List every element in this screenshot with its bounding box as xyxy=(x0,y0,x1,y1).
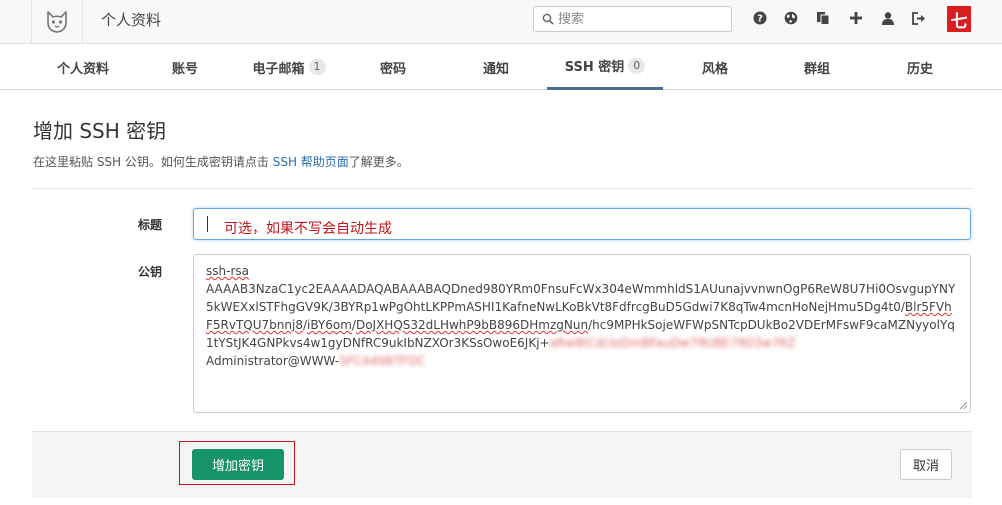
gogs-logo-icon[interactable] xyxy=(31,0,83,43)
email-count-badge: 1 xyxy=(308,59,326,75)
key-segment: iBY6om xyxy=(307,318,352,332)
title-input[interactable]: 可选，如果不写会自动生成 xyxy=(193,208,971,240)
tab-label: SSH 密钥 xyxy=(564,60,625,75)
globe-icon[interactable] xyxy=(783,10,799,26)
help-text-before: 在这里粘贴 SSH 公钥。如何生成密钥请点击 xyxy=(33,155,273,169)
plus-icon[interactable] xyxy=(848,10,864,26)
help-text: 在这里粘贴 SSH 公钥。如何生成密钥请点击 SSH 帮助页面了解更多。 xyxy=(33,153,409,170)
resize-handle-icon[interactable] xyxy=(959,401,968,410)
tab-profile[interactable]: 个人资料 xyxy=(33,44,133,90)
tab-theme[interactable]: 风格 xyxy=(665,44,765,90)
title-annotation: 可选，如果不写会自动生成 xyxy=(224,221,392,237)
tab-groups[interactable]: 群组 xyxy=(767,44,867,90)
search-box[interactable] xyxy=(533,6,732,32)
tab-history[interactable]: 历史 xyxy=(870,44,970,90)
sign-out-icon[interactable] xyxy=(911,10,927,26)
tab-label: 通知 xyxy=(482,61,509,77)
key-comment: Administrator@WWW- xyxy=(206,354,340,368)
key-segment: AAAAB3NzaC1yc2EAAAADAQABAAABAQDned980YRm… xyxy=(206,282,956,314)
redacted-hostname: 5FCA4987FDC xyxy=(339,354,426,368)
tab-label: 密码 xyxy=(379,61,406,77)
search-icon xyxy=(542,13,554,25)
help-text-after: 了解更多。 xyxy=(348,155,409,169)
public-key-textarea[interactable]: ssh-rsa AAAAB3NzaC1yc2EAAAADAQABAAABAQDn… xyxy=(193,254,971,413)
redacted-key-segment: aRw8tCdcIoDmBFauDw79UBE79D3w7KZ xyxy=(549,336,796,350)
top-navbar: 个人资料 ? 七 xyxy=(0,0,1002,44)
key-content: AAAAB3NzaC1yc2EAAAADAQABAAABAQDned980YRm… xyxy=(206,280,958,352)
divider xyxy=(33,188,972,189)
key-type: ssh-rsa xyxy=(206,264,249,278)
title-label: 标题 xyxy=(138,218,163,232)
help-icon[interactable]: ? xyxy=(752,10,768,26)
text-caret xyxy=(207,216,208,232)
search-input[interactable] xyxy=(558,9,728,29)
page-title: 增加 SSH 密钥 xyxy=(33,119,167,143)
ssh-count-badge: 0 xyxy=(628,57,646,74)
app-title: 个人资料 xyxy=(101,11,162,29)
add-key-button[interactable]: 增加密钥 xyxy=(192,449,284,480)
tab-label: 风格 xyxy=(701,61,728,77)
tab-email[interactable]: 电子邮箱 1 xyxy=(237,44,341,90)
tab-label: 历史 xyxy=(906,61,933,77)
repo-clone-icon[interactable] xyxy=(815,10,831,26)
tab-label: 个人资料 xyxy=(56,61,109,77)
user-icon[interactable] xyxy=(880,10,896,26)
ssh-help-link[interactable]: SSH 帮助页面 xyxy=(273,155,349,169)
settings-tabs: 个人资料 账号 电子邮箱 1 密码 通知 SSH 密钥 0 风格 群组 历史 xyxy=(0,44,1002,90)
public-key-label: 公钥 xyxy=(138,265,163,279)
tab-label: 群组 xyxy=(803,61,830,77)
tab-ssh-keys[interactable]: SSH 密钥 0 xyxy=(547,44,663,90)
tab-notifications[interactable]: 通知 xyxy=(446,44,546,90)
tab-label: 账号 xyxy=(171,61,198,77)
form-footer xyxy=(32,431,972,498)
tab-password[interactable]: 密码 xyxy=(343,44,443,90)
svg-text:?: ? xyxy=(757,14,763,25)
key-segment: DoJXHQS32dLHwhP9bB896DHmzgNun xyxy=(355,318,589,332)
avatar[interactable]: 七 xyxy=(947,6,971,32)
tab-label: 电子邮箱 xyxy=(252,61,305,77)
cancel-button[interactable]: 取消 xyxy=(900,449,952,480)
avatar-glyph: 七 xyxy=(950,11,968,32)
tab-account[interactable]: 账号 xyxy=(135,44,235,90)
